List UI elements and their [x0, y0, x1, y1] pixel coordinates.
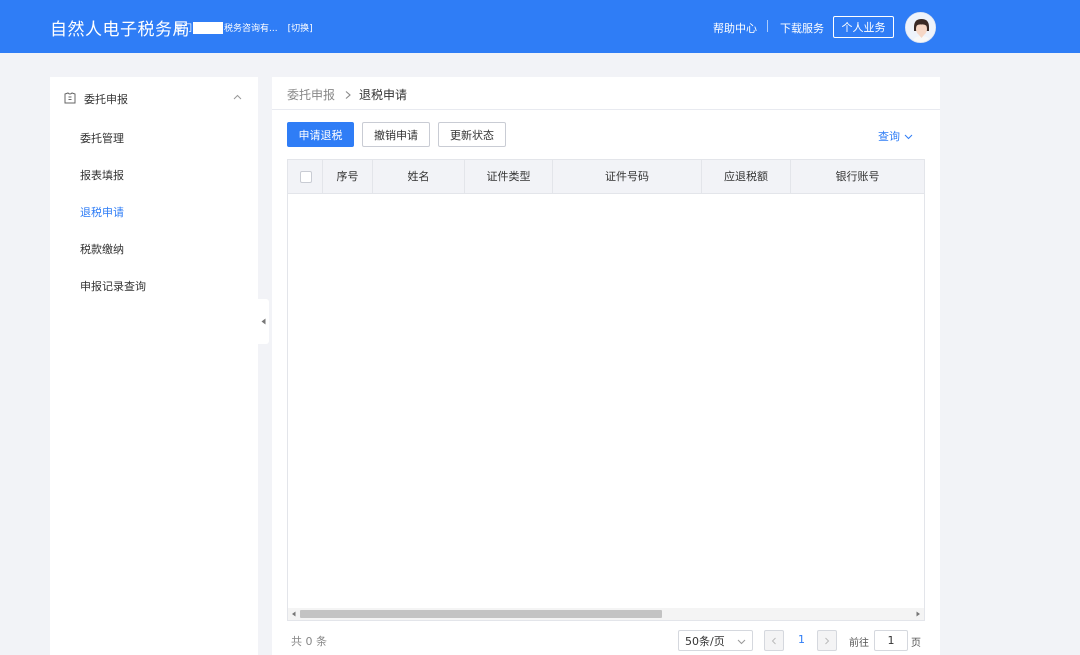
column-header-refund-amount: 应退税额 [702, 160, 791, 194]
page-size-value: 50条/页 [685, 634, 725, 648]
scroll-left-icon[interactable] [291, 611, 297, 617]
chevron-right-icon [345, 90, 351, 99]
goto-page-input[interactable] [874, 630, 908, 651]
site-title: 自然人电子税务局 [50, 20, 190, 40]
sidebar-group-header[interactable]: 委托申报 [50, 77, 258, 119]
revoke-application-button[interactable]: 撤销申请 [362, 122, 430, 147]
personal-business-button[interactable]: 个人业务 [833, 16, 894, 38]
sidebar: 委托申报 委托管理 报表填报 退税申请 税款缴纳 申报记录查询 [50, 77, 258, 655]
horizontal-scrollbar[interactable] [288, 608, 924, 620]
sidebar-item-report-filling[interactable]: 报表填报 [80, 167, 124, 183]
sidebar-item-tax-refund[interactable]: 退税申请 [80, 204, 124, 220]
switch-org-link[interactable]: [切换] [288, 21, 313, 34]
user-avatar[interactable] [905, 12, 936, 43]
query-label: 查询 [878, 130, 900, 143]
header-divider [767, 20, 768, 32]
chevron-right-icon [825, 637, 830, 644]
chevron-down-icon [737, 639, 746, 645]
apply-refund-button[interactable]: 申请退税 [287, 122, 354, 147]
avatar-portrait-icon [906, 13, 935, 42]
total-count: 共 0 条 [291, 635, 327, 648]
org-name-suffix: 税务咨询有... [224, 24, 278, 34]
scroll-right-icon[interactable] [915, 611, 921, 617]
column-header-name: 姓名 [373, 160, 465, 194]
sidebar-item-delegation-management[interactable]: 委托管理 [80, 130, 124, 146]
chevron-up-icon [233, 94, 242, 100]
chevron-left-icon [771, 637, 776, 644]
table-header: 序号 姓名 证件类型 证件号码 应退税额 银行账号 [288, 160, 924, 194]
scrollbar-thumb[interactable] [300, 610, 662, 618]
breadcrumb-divider [272, 109, 940, 110]
help-center-link[interactable]: 帮助中心 [713, 20, 757, 36]
breadcrumb-parent[interactable]: 委托申报 [287, 86, 335, 103]
caret-left-icon [261, 318, 266, 325]
chevron-down-icon [904, 134, 913, 139]
select-all-checkbox[interactable] [300, 171, 312, 183]
prev-page-button[interactable] [764, 630, 784, 651]
breadcrumb-current: 退税申请 [359, 88, 408, 102]
sidebar-group-title: 委托申报 [84, 93, 128, 106]
next-page-button[interactable] [817, 630, 837, 651]
main-panel: 委托申报 退税申请 申请退税 撤销申请 更新状态 查询 序号 姓名 证件类型 证… [272, 77, 940, 655]
column-header-id-number: 证件号码 [553, 160, 702, 194]
page-size-select[interactable]: 50条/页 [678, 630, 753, 651]
column-header-index: 序号 [323, 160, 373, 194]
column-header-id-type: 证件类型 [465, 160, 553, 194]
refund-table: 序号 姓名 证件类型 证件号码 应退税额 银行账号 [287, 159, 925, 621]
shirt-icon [64, 92, 76, 104]
page-suffix-label: 页 [911, 638, 921, 649]
update-status-button[interactable]: 更新状态 [438, 122, 506, 147]
query-toggle[interactable]: 查询 [878, 128, 913, 144]
goto-label: 前往 [849, 638, 869, 649]
breadcrumb: 委托申报 退税申请 [287, 86, 407, 103]
download-service-link[interactable]: 下载服务 [780, 20, 824, 36]
top-header: 自然人电子税务局 厦门 税务咨询有... [切换] 帮助中心 下载服务 个人业务 [0, 0, 1080, 53]
organization-info: 厦门 税务咨询有... [切换] [174, 21, 313, 34]
org-name-prefix: 厦门 [174, 24, 193, 34]
column-header-bank-account: 银行账号 [835, 170, 880, 183]
sidebar-item-report-records[interactable]: 申报记录查询 [80, 278, 146, 294]
sidebar-collapse-toggle[interactable] [258, 299, 269, 344]
page-number-current[interactable]: 1 [794, 633, 809, 646]
select-all-cell [288, 160, 323, 194]
redacted-block [193, 21, 224, 34]
sidebar-item-tax-payment[interactable]: 税款缴纳 [80, 241, 124, 257]
